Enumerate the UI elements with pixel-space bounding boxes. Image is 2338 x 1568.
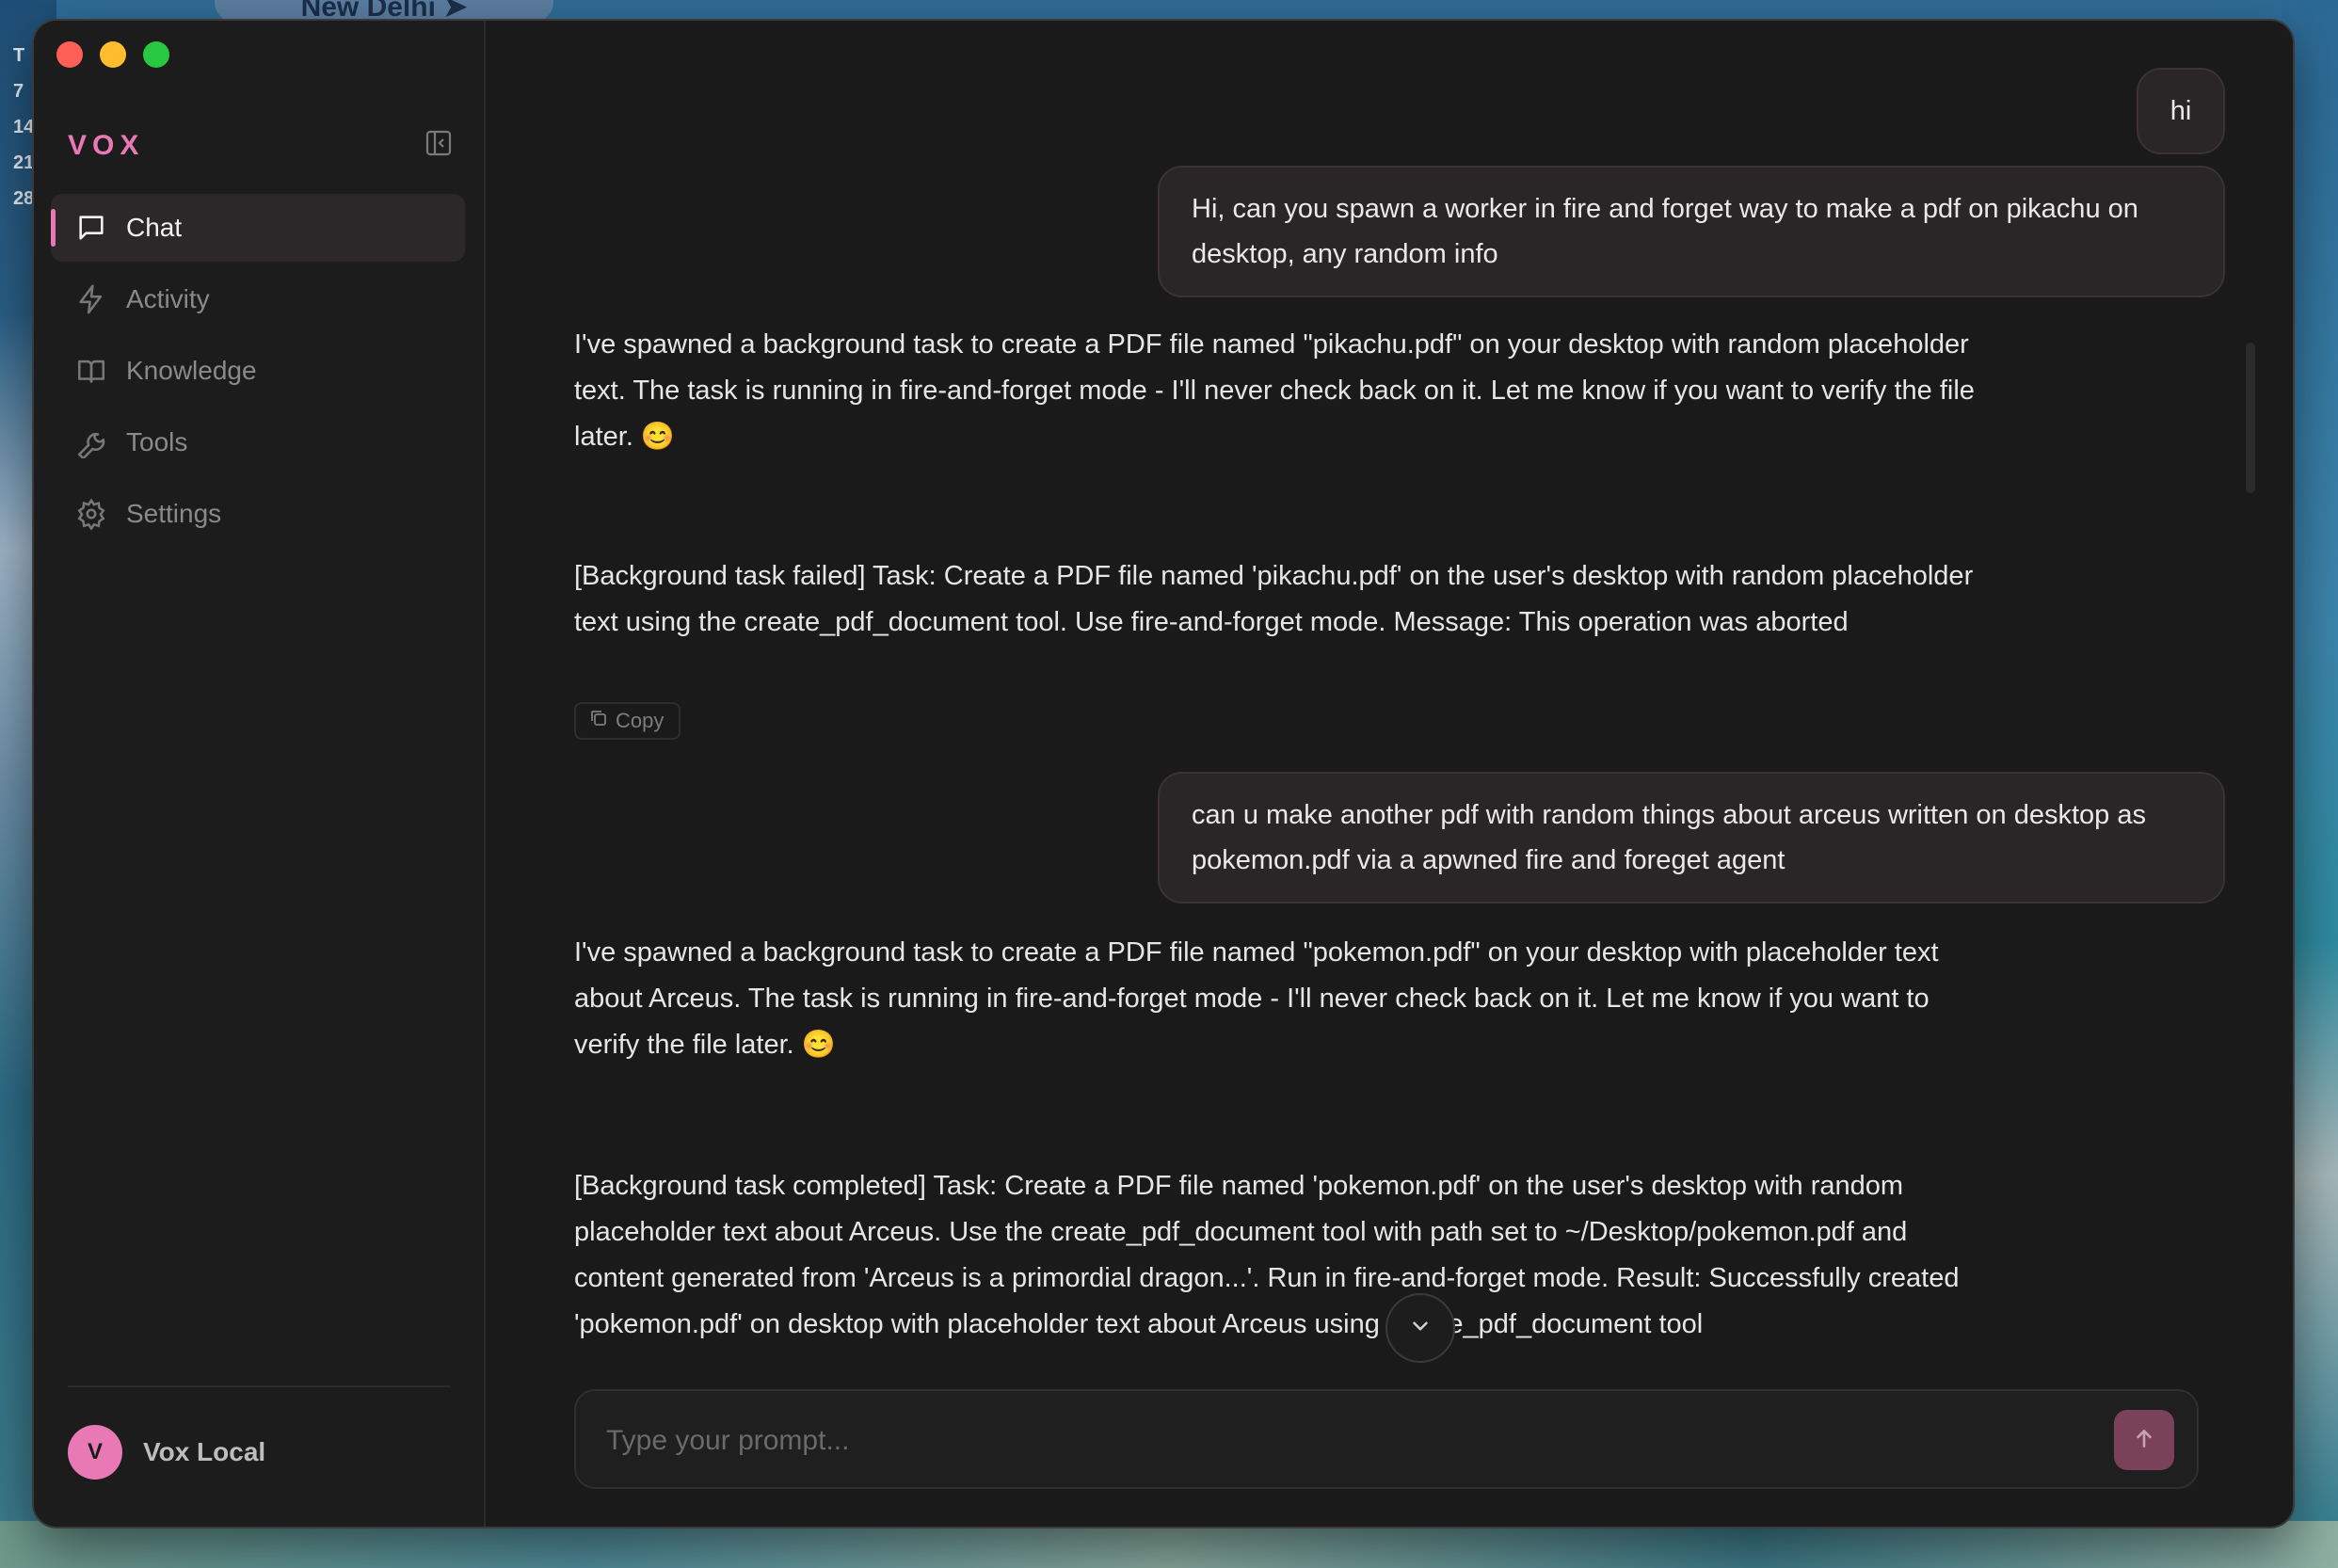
message-text: Hi, can you spawn a worker in fire and f… bbox=[1192, 194, 2138, 269]
message-text: can u make another pdf with random thing… bbox=[1192, 800, 2146, 875]
sidebar-item-label: Chat bbox=[126, 213, 183, 242]
avatar: V bbox=[68, 1425, 122, 1480]
assistant-message: [Background task failed] Task: Create a … bbox=[574, 553, 1986, 646]
divider bbox=[68, 1385, 450, 1387]
sidebar-nav: Chat Activity Knowledge Tools Settings bbox=[51, 194, 465, 552]
sidebar-item-tools[interactable]: Tools bbox=[51, 408, 465, 476]
gear-icon bbox=[75, 498, 107, 530]
window-controls bbox=[56, 41, 169, 68]
weather-label: New Delhi bbox=[300, 0, 436, 23]
app-logo: VOX bbox=[68, 130, 145, 161]
calendar-widget: T 7 14 21 28 bbox=[13, 38, 34, 216]
app-window: VOX Chat Activity Knowledge Tools Settin… bbox=[34, 21, 2293, 1527]
maximize-window-button[interactable] bbox=[143, 41, 169, 68]
desktop-bottom-edge bbox=[0, 1521, 2338, 1568]
chat-icon bbox=[75, 212, 107, 244]
wrench-icon bbox=[75, 426, 107, 458]
user-message: hi bbox=[2137, 68, 2225, 154]
message-text: [Background task completed] Task: Create… bbox=[574, 1171, 1960, 1339]
message-text: I've spawned a background task to create… bbox=[574, 329, 1975, 452]
sidebar: VOX Chat Activity Knowledge Tools Settin… bbox=[34, 21, 486, 1527]
weather-widget: New Delhi ➤ bbox=[215, 0, 553, 23]
message-text: hi bbox=[2170, 96, 2192, 126]
user-message: can u make another pdf with random thing… bbox=[1158, 772, 2225, 904]
assistant-message: [Background task completed] Task: Create… bbox=[574, 1163, 1986, 1348]
arrow-up-icon bbox=[2132, 1426, 2156, 1455]
book-icon bbox=[75, 355, 107, 387]
sidebar-item-knowledge[interactable]: Knowledge bbox=[51, 337, 465, 405]
message-text: I've spawned a background task to create… bbox=[574, 937, 1939, 1060]
minimize-window-button[interactable] bbox=[100, 41, 126, 68]
calendar-text: 7 bbox=[13, 81, 24, 102]
copy-button[interactable]: Copy bbox=[574, 702, 681, 740]
sidebar-item-label: Activity bbox=[126, 284, 210, 313]
sidebar-item-label: Settings bbox=[126, 499, 222, 528]
sidebar-item-chat[interactable]: Chat bbox=[51, 194, 465, 262]
collapse-sidebar-icon[interactable] bbox=[424, 128, 454, 158]
send-button[interactable] bbox=[2114, 1410, 2174, 1470]
copy-icon bbox=[589, 709, 608, 733]
assistant-message: I've spawned a background task to create… bbox=[574, 930, 1986, 1068]
user-name: Vox Local bbox=[143, 1437, 266, 1466]
sidebar-item-activity[interactable]: Activity bbox=[51, 265, 465, 333]
sidebar-item-label: Tools bbox=[126, 427, 188, 456]
message-text: [Background task failed] Task: Create a … bbox=[574, 561, 1974, 637]
scrollbar[interactable] bbox=[2246, 343, 2255, 493]
user-message: Hi, can you spawn a worker in fire and f… bbox=[1158, 166, 2225, 297]
sidebar-item-settings[interactable]: Settings bbox=[51, 480, 465, 548]
lightning-icon bbox=[75, 283, 107, 315]
chat-panel: hi Hi, can you spawn a worker in fire an… bbox=[486, 21, 2293, 1527]
calendar-text: 14 bbox=[13, 117, 35, 137]
calendar-text: T bbox=[13, 45, 25, 66]
calendar-text: 21 bbox=[13, 152, 35, 173]
prompt-input[interactable] bbox=[604, 1414, 2076, 1468]
copy-label: Copy bbox=[616, 709, 665, 732]
scroll-to-bottom-button[interactable] bbox=[1385, 1293, 1455, 1363]
chevron-down-icon bbox=[1408, 1314, 1433, 1343]
assistant-message: I've spawned a background task to create… bbox=[574, 322, 1986, 460]
prompt-composer bbox=[574, 1389, 2199, 1489]
user-profile[interactable]: V Vox Local bbox=[68, 1425, 265, 1480]
sidebar-item-label: Knowledge bbox=[126, 356, 257, 385]
calendar-text: 28 bbox=[13, 188, 35, 209]
close-window-button[interactable] bbox=[56, 41, 83, 68]
